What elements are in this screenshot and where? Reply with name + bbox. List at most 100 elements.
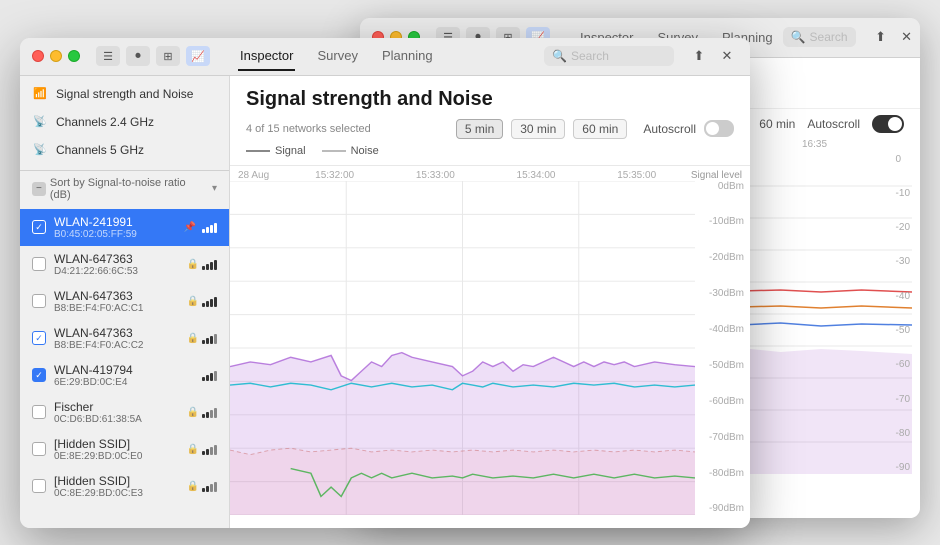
search-box[interactable]: 🔍 Search — [544, 46, 674, 66]
tab-planning[interactable]: Planning — [380, 42, 435, 71]
sidebar-network-0[interactable]: ✓ WLAN-241991 B0:45:02:05:FF:59 📌 — [20, 209, 229, 246]
back-y-60: -60 — [896, 359, 910, 370]
checkbox-checked-3[interactable]: ✓ — [32, 331, 46, 345]
network-mac-0: B0:45:02:05:FF:59 — [54, 229, 176, 240]
checkbox-checked-4[interactable]: ✓ — [32, 368, 46, 382]
back-y-labels: 0 -10 -20 -30 -40 -50 -60 -70 -80 -90 — [896, 154, 910, 474]
back-search-box[interactable]: 🔍 Search — [783, 27, 856, 47]
tl-minimize[interactable] — [50, 50, 62, 62]
legend-noise: Noise — [322, 145, 379, 157]
record-icon-btn[interactable]: ⏺ — [126, 46, 150, 66]
ts-3: 15:35:00 — [586, 170, 687, 181]
b4-3 — [210, 373, 213, 381]
check-icon-0: ✓ — [35, 222, 43, 233]
main-controls: 4 of 15 networks selected 5 min 30 min 6… — [246, 119, 734, 139]
lock-icon-3: 🔒 — [187, 333, 199, 344]
time-30min-btn[interactable]: 30 min — [511, 119, 565, 139]
back-share-icon[interactable]: ⬆ — [870, 26, 892, 48]
sidebar-network-7[interactable]: [Hidden SSID] 0C:8E:29:BD:0C:E3 🔒 — [20, 468, 229, 505]
back-close-icon[interactable]: ✕ — [896, 26, 918, 48]
b3-3 — [210, 336, 213, 344]
sidebar-item-channels-24[interactable]: 📡 Channels 2.4 GHz — [20, 108, 229, 136]
y-10dBm: -10dBm — [709, 216, 744, 227]
chart-date-row: 28 Aug 15:32:00 15:33:00 15:34:00 15:35:… — [230, 166, 750, 181]
sidebar-network-5[interactable]: Fischer 0C:D6:BD:61:38:5A 🔒 — [20, 394, 229, 431]
main-header: Signal strength and Noise 4 of 15 networ… — [230, 76, 750, 166]
sort-minus-icon[interactable]: − — [32, 182, 46, 196]
b1-2 — [206, 264, 209, 270]
time-5min-btn[interactable]: 5 min — [456, 119, 503, 139]
y-30dBm: -30dBm — [709, 288, 744, 299]
time-60min-btn[interactable]: 60 min — [573, 119, 627, 139]
checkbox-1[interactable] — [32, 257, 46, 271]
sort-chevron-icon[interactable]: ▾ — [212, 183, 217, 194]
y-40dBm: -40dBm — [709, 324, 744, 335]
b5-2 — [206, 412, 209, 418]
main-nav: Inspector Survey Planning — [238, 42, 435, 71]
back-y-90: -90 — [896, 462, 910, 473]
titlebar: ☰ ⏺ ⊞ 📈 Inspector Survey Planning 🔍 Sear… — [20, 38, 750, 76]
checkbox-7[interactable] — [32, 479, 46, 493]
b6-2 — [206, 449, 209, 455]
share-icon[interactable]: ⬆ — [688, 45, 710, 67]
sidebar-item-channels-24-info: Channels 2.4 GHz — [56, 115, 217, 129]
sidebar-network-3[interactable]: ✓ WLAN-647363 B8:BE:F4:F0:AC:C2 🔒 — [20, 320, 229, 357]
b5-1 — [202, 414, 205, 418]
back-y-0: 0 — [896, 154, 910, 165]
checkbox-2[interactable] — [32, 294, 46, 308]
tl-maximize[interactable] — [68, 50, 80, 62]
graph-icon-btn[interactable]: 📈 — [186, 46, 210, 66]
chart-date: 28 Aug — [238, 170, 269, 181]
b7-2 — [206, 486, 209, 492]
checkbox-5[interactable] — [32, 405, 46, 419]
ts-1: 15:33:00 — [385, 170, 486, 181]
badges-7: 🔒 — [187, 480, 217, 492]
sidebar-item-signal-noise[interactable]: 📶 Signal strength and Noise — [20, 80, 229, 108]
checkbox-checked-0[interactable]: ✓ — [32, 220, 46, 234]
network-name-6: [Hidden SSID] — [54, 437, 179, 451]
channels-24-icon: 📡 — [32, 114, 48, 130]
network-mac-1: D4:21:22:66:6C:53 — [54, 266, 179, 277]
tab-inspector[interactable]: Inspector — [238, 42, 295, 71]
back-y-70: -70 — [896, 394, 910, 405]
check-icon-4: ✓ — [35, 370, 43, 381]
back-autoscroll-toggle[interactable] — [872, 115, 904, 133]
ts-0: 15:32:00 — [284, 170, 385, 181]
network-name-7: [Hidden SSID] — [54, 474, 179, 488]
sidebar-item-channels-24-label: Channels 2.4 GHz — [56, 115, 217, 129]
sidebar-item-signal-noise-info: Signal strength and Noise — [56, 87, 217, 101]
network-name-2: WLAN-647363 — [54, 289, 179, 303]
sidebar-network-6[interactable]: [Hidden SSID] 0E:8E:29:BD:0C:E0 🔒 — [20, 431, 229, 468]
chart-inner: 0dBm -10dBm -20dBm -30dBm -40dBm -50dBm … — [230, 181, 750, 515]
grid-icon-btn[interactable]: ⊞ — [156, 46, 180, 66]
back-y-20: -20 — [896, 222, 910, 233]
sidebar-network-1[interactable]: WLAN-647363 D4:21:22:66:6C:53 🔒 — [20, 246, 229, 283]
menu-icon-btn[interactable]: ☰ — [96, 46, 120, 66]
legend-noise-line — [322, 150, 346, 152]
signal-bars-6 — [202, 443, 217, 455]
b7-4 — [214, 482, 217, 492]
sidebar-item-channels-5[interactable]: 📡 Channels 5 GHz — [20, 136, 229, 164]
network-info-1: WLAN-647363 D4:21:22:66:6C:53 — [54, 252, 179, 277]
sidebar: 📶 Signal strength and Noise 📡 Channels 2… — [20, 76, 230, 528]
signal-bars-4 — [202, 369, 217, 381]
b4-1 — [202, 377, 205, 381]
tl-close[interactable] — [32, 50, 44, 62]
sidebar-network-2[interactable]: WLAN-647363 B8:BE:F4:F0:AC:C1 🔒 — [20, 283, 229, 320]
badges-6: 🔒 — [187, 443, 217, 455]
traffic-lights — [32, 50, 80, 62]
autoscroll-toggle[interactable] — [704, 120, 734, 137]
titlebar-actions: ⬆ ✕ — [688, 45, 738, 67]
sidebar-network-4[interactable]: ✓ WLAN-419794 6E:29:BD:0C:E4 — [20, 357, 229, 394]
network-name-4: WLAN-419794 — [54, 363, 194, 377]
back-60min[interactable]: 60 min — [759, 117, 795, 131]
tab-survey[interactable]: Survey — [315, 42, 359, 71]
chart-plot — [230, 181, 695, 515]
lock-icon-5: 🔒 — [187, 407, 199, 418]
signal-bars-3 — [202, 332, 217, 344]
checkbox-6[interactable] — [32, 442, 46, 456]
network-info-3: WLAN-647363 B8:BE:F4:F0:AC:C2 — [54, 326, 179, 351]
b7-3 — [210, 484, 213, 492]
badges-1: 🔒 — [187, 258, 217, 270]
window-close-icon[interactable]: ✕ — [716, 45, 738, 67]
